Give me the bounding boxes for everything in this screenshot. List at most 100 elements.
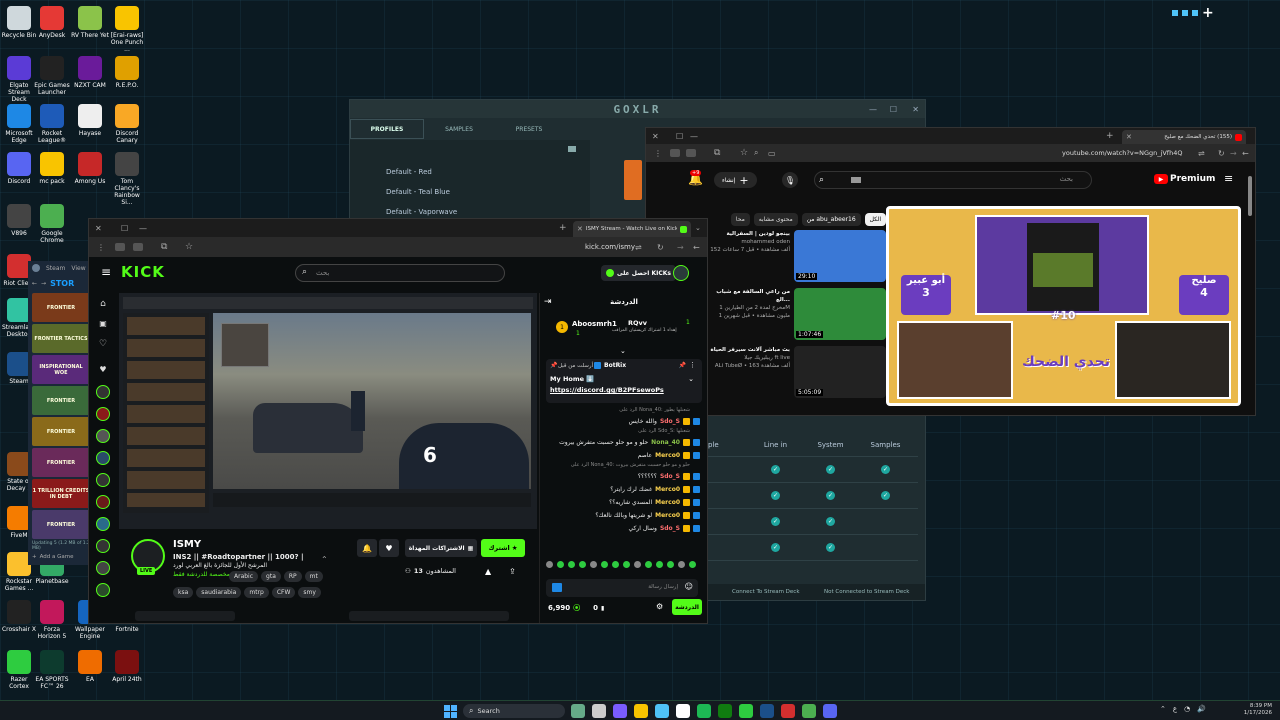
kicks-balance[interactable]: 0 xyxy=(593,604,598,612)
followed-channel-avatar[interactable] xyxy=(96,451,110,465)
reply-context[interactable]: الرد على Nona_40: حلو و مو حلو حسبت متفر… xyxy=(540,462,704,470)
forward-icon[interactable]: → xyxy=(677,243,684,252)
store-tab[interactable]: STOR xyxy=(50,279,74,288)
following-heart-icon[interactable]: ♥ xyxy=(93,365,113,385)
menu-icon[interactable]: ⋮ xyxy=(97,243,105,252)
xbox-icon[interactable] xyxy=(718,704,732,718)
emote-icon[interactable] xyxy=(634,561,641,568)
pinned-user[interactable]: BotRix xyxy=(604,362,626,369)
desktop-shortcut[interactable]: RV There Yet xyxy=(71,6,109,39)
steam-menu[interactable]: Steam xyxy=(46,265,65,272)
desktop-shortcut[interactable]: Among Us xyxy=(71,152,109,185)
stream-video-player[interactable]: 6 xyxy=(119,293,537,529)
chat-message[interactable]: غضك لرك رايتر؟ Merco0 xyxy=(540,483,704,496)
chat-message[interactable]: ؟؟؟؟؟؟ Sdo_S xyxy=(540,470,704,483)
steam-library-game[interactable]: FRONTIER xyxy=(32,417,90,446)
new-tab-icon[interactable]: + xyxy=(559,223,567,233)
notepad-icon[interactable] xyxy=(655,704,669,718)
kick-logo[interactable]: KICK xyxy=(121,263,165,281)
reply-context[interactable]: الرد على Sdo_S: شعنلها xyxy=(540,428,704,436)
desktop-shortcut[interactable]: Google Chrome xyxy=(33,204,71,244)
close-icon[interactable]: ✕ xyxy=(912,105,919,114)
steam-library-game[interactable]: FRONTIER xyxy=(32,448,90,477)
stream-tag[interactable]: mtrp xyxy=(244,587,269,598)
folder-icon[interactable] xyxy=(568,146,576,152)
desktop-shortcut[interactable]: Hayase xyxy=(71,104,109,137)
zoom-icon[interactable]: ⌕ xyxy=(754,148,758,158)
steam-library-game[interactable]: FRONTIER TACTICS xyxy=(32,324,90,353)
unpin-icon[interactable]: 📌 xyxy=(679,362,686,369)
notification-bell-icon[interactable]: 🔔 xyxy=(357,539,377,557)
bookmark-star-icon[interactable]: ☆ xyxy=(185,242,193,252)
emote-icon[interactable] xyxy=(612,561,619,568)
emote-icon[interactable] xyxy=(546,561,553,568)
chat-message[interactable]: والله خايس Sdo_S xyxy=(540,415,704,428)
view-menu[interactable]: View xyxy=(71,265,85,272)
clock-time[interactable]: 8:39 PM xyxy=(1240,703,1272,710)
copilot-icon[interactable] xyxy=(613,704,627,718)
extension-icon[interactable] xyxy=(115,243,125,251)
spotify-icon[interactable] xyxy=(697,704,711,718)
tab-title[interactable]: (155) تحدي الضحك مع صليح xyxy=(1135,134,1232,140)
stream-tag[interactable]: Arabic xyxy=(229,571,259,582)
check-icon[interactable]: ✓ xyxy=(881,491,890,500)
menu-icon[interactable]: ⋮ xyxy=(654,149,662,158)
profile-item[interactable]: Default - Vaporwave xyxy=(386,208,457,216)
windows-start-icon[interactable] xyxy=(444,704,457,718)
tab-presets[interactable]: PRESETS xyxy=(494,126,564,133)
extension-icon[interactable] xyxy=(133,243,143,251)
minimize-icon[interactable]: — xyxy=(869,105,877,114)
emote-icon[interactable] xyxy=(590,561,597,568)
channel-points[interactable]: 6,990 xyxy=(548,604,570,612)
create-icon[interactable]: + xyxy=(739,174,748,187)
check-icon[interactable]: ✓ xyxy=(771,517,780,526)
keyboard-icon[interactable] xyxy=(851,177,861,183)
search-icon[interactable]: ⌕ xyxy=(302,267,307,277)
followed-channel-avatar[interactable] xyxy=(96,473,110,487)
chat-username[interactable]: Merco0 xyxy=(655,452,680,459)
stream-tag[interactable]: RP xyxy=(283,571,302,582)
more-options-icon[interactable]: ⋮ xyxy=(689,361,696,369)
chevron-up-icon[interactable]: ⌃ xyxy=(321,555,328,564)
add-game-button[interactable]: Add a Game xyxy=(40,554,74,560)
check-icon[interactable]: ✓ xyxy=(826,517,835,526)
emote-icon[interactable] xyxy=(678,561,685,568)
stream-tag[interactable]: mt xyxy=(304,571,323,582)
forward-icon[interactable]: → xyxy=(41,280,46,287)
new-tab-icon[interactable]: + xyxy=(1106,131,1114,141)
pinned-message[interactable]: 📌 أرسلت من قبل BotRix 📌 ⋮ My Home ⬇️ ⌄ h… xyxy=(546,359,702,403)
address-bar[interactable]: kick.com/ismy xyxy=(585,243,635,251)
desktop-shortcut[interactable]: [Erai-raws] One Punch ... xyxy=(108,6,146,53)
tab-profiles[interactable]: PROFILES xyxy=(350,119,424,139)
chat-username[interactable]: Merco0 xyxy=(655,512,680,519)
back-icon[interactable]: ← xyxy=(693,243,700,252)
extensions-icon[interactable]: ⧉ xyxy=(714,148,720,158)
reload-icon[interactable]: ↻ xyxy=(657,243,664,252)
youtube-logo[interactable]: Premium xyxy=(1170,174,1215,184)
maximize-icon[interactable]: ☐ xyxy=(676,132,683,141)
recommended-video[interactable]: من راعي السالفة مع شباب الع... مخرج لمدة … xyxy=(706,288,886,344)
desktop-shortcut[interactable]: April 24th xyxy=(108,650,146,683)
hamburger-menu-icon[interactable]: ≡ xyxy=(1224,172,1233,185)
widget-tray[interactable]: + xyxy=(1172,6,1214,20)
emote-icon[interactable] xyxy=(568,561,575,568)
profile-item[interactable]: Default - Teal Blue xyxy=(386,188,450,196)
extension-icon[interactable] xyxy=(686,149,696,157)
stream-tag[interactable]: smy xyxy=(298,587,321,598)
emote-icon[interactable] xyxy=(579,561,586,568)
app-icon[interactable] xyxy=(781,704,795,718)
desktop-shortcut[interactable]: Forza Horizon 5 xyxy=(33,600,71,640)
emote-icon[interactable] xyxy=(623,561,630,568)
steam-library-game[interactable]: FRONTIER xyxy=(32,510,90,539)
steam-library-game[interactable]: 1 TRILLION CREDITS IN DEBT xyxy=(32,479,90,508)
chat-username[interactable]: Nona_40 xyxy=(651,439,680,446)
followed-channel-avatar[interactable] xyxy=(96,517,110,531)
file-explorer-icon[interactable] xyxy=(634,704,648,718)
followed-channel-avatar[interactable] xyxy=(96,561,110,575)
desktop-shortcut[interactable]: R.E.P.O. xyxy=(108,56,146,89)
channel-name[interactable]: ISMY xyxy=(173,539,201,550)
chat-username[interactable]: Merco0 xyxy=(655,486,680,493)
capcut-icon[interactable] xyxy=(676,704,690,718)
discord-icon[interactable] xyxy=(823,704,837,718)
maximize-icon[interactable]: ☐ xyxy=(890,105,897,114)
